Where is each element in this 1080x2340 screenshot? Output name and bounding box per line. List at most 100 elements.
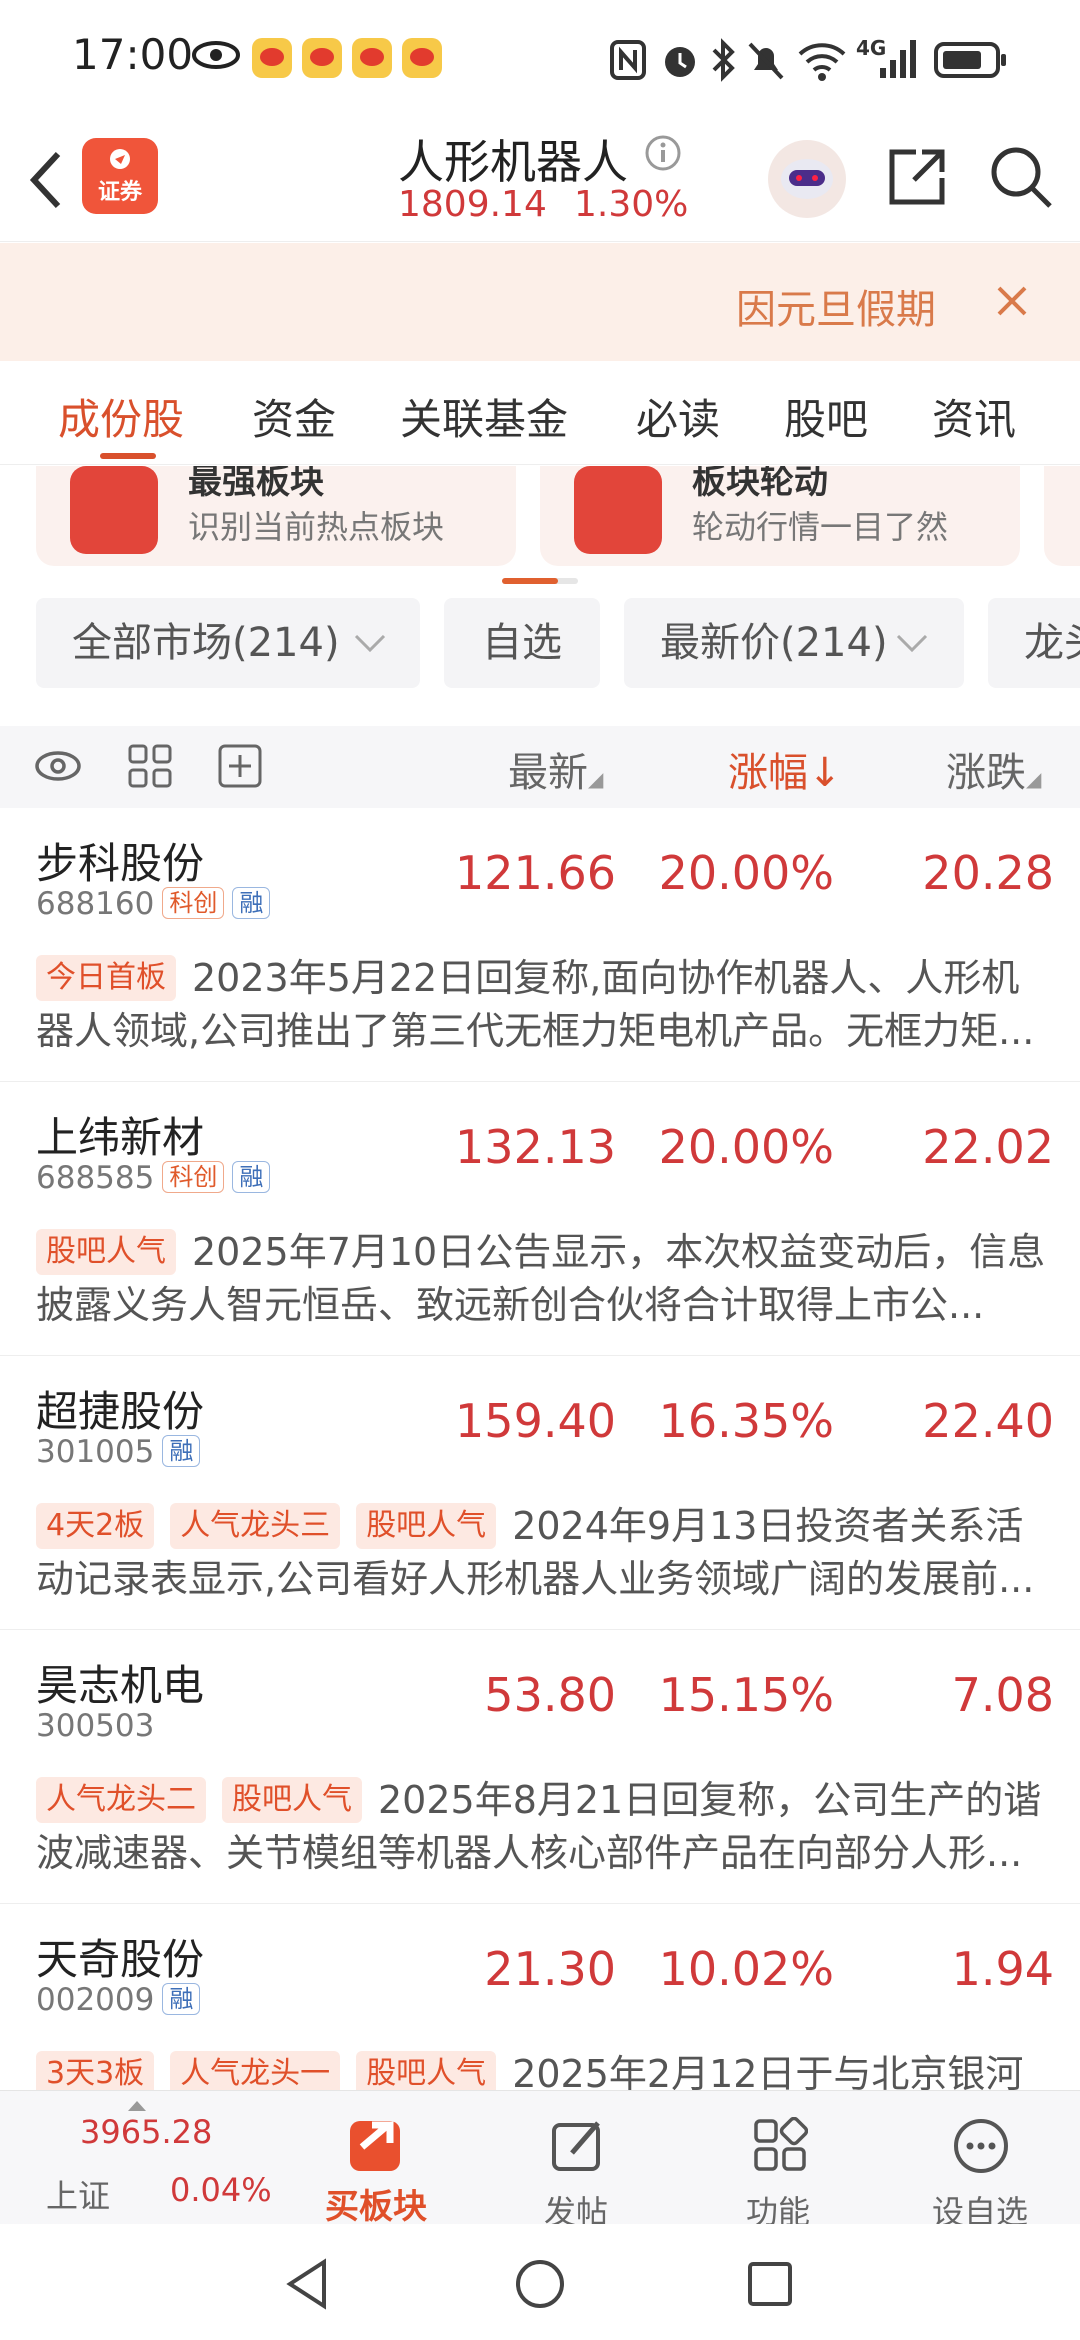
card-title: 最强板块 [188,466,324,502]
watchlist-filter[interactable]: 自选 [444,598,600,688]
recents-square-icon[interactable] [746,2260,794,2308]
stock-name: 超捷股份 [36,1387,205,1436]
stock-tag: 人气龙头三 [170,1503,341,1549]
stock-desc-text: 2023年5月22日回复称,面向协作机器人、人形机器人领域,公司推出了第三代无框… [36,956,1035,1053]
col-change-pct-label: 涨幅 [728,750,808,796]
margin-badge: 融 [162,1435,201,1467]
tab-must-read[interactable]: 必读 [636,386,720,447]
tab-bar: 成份股 资金 关联基金 必读 股吧 资讯 [0,361,1080,465]
info-icon[interactable] [644,134,682,172]
margin-badge: 融 [232,1161,271,1193]
eye-toggle-icon[interactable] [34,748,82,784]
notice-text: 因元旦假期 [736,287,936,333]
sort-triangle-icon: ◢ [588,767,604,791]
market-index-name: 上证 [46,2177,111,2215]
functions-grid-icon [754,2117,808,2171]
stock-tag: 今日首板 [36,955,176,1001]
status-time: 17:00 [72,30,194,79]
tab-stock-forum[interactable]: 股吧 [784,386,868,447]
ai-assistant-avatar[interactable] [768,140,846,218]
app-logo-label: 证券 [97,180,142,205]
watchlist-filter-label: 自选 [482,620,562,666]
chevron-down-icon [896,634,928,652]
stock-change-pct: 15.15% [658,1668,834,1722]
stock-description: 3天3板 人气龙头一 股吧人气 2025年2月12日于与北京银河 [36,2048,1046,2090]
leader-filter[interactable]: 龙头 [988,598,1080,688]
stock-row[interactable]: 昊志机电 300503 53.80 15.15% 7.08 人气龙头二 股吧人气 2… [0,1630,1080,1904]
nfc-icon [610,40,646,80]
weibo-notification-icon [252,38,292,78]
eye-icon [192,41,240,69]
stock-change: 20.28 [922,846,1054,900]
stock-code-line: 300503 [36,1708,154,1744]
app-logo[interactable]: 证券 [82,138,158,214]
stock-code: 301005 [36,1434,155,1470]
wifi-icon [798,43,846,81]
tab-components[interactable]: 成份股 [58,386,184,447]
stock-tag: 3天3板 [36,2051,155,2090]
strongest-sector-icon [70,466,158,554]
stock-change-pct: 20.00% [658,846,834,900]
home-circle-icon[interactable] [514,2258,566,2310]
market-filter-dropdown[interactable]: 全部市场(214) [36,598,420,688]
chevron-down-icon [354,634,386,652]
stock-code: 688160 [36,886,155,922]
sort-triangle-icon: ◢ [1026,767,1042,791]
stock-row[interactable]: 天奇股份 002009 融 21.30 10.02% 1.94 3天3板 人气龙头一… [0,1904,1080,2090]
market-index-widget[interactable]: 3965.28 上证 0.04% [0,2091,300,2225]
stock-code-line: 301005 融 [36,1434,201,1470]
stock-desc-text: 2025年7月10日公告显示，本次权益变动后，信息披露义务人智元恒岳、致远新创合… [36,1230,1046,1327]
tab-related-funds[interactable]: 关联基金 [400,386,568,447]
margin-badge: 融 [232,887,271,919]
sector-index-change: 1.30% [574,184,689,225]
market-index-pct: 0.04% [170,2171,272,2209]
stock-change-pct: 10.02% [658,1942,834,1996]
stock-tag: 股吧人气 [356,1503,497,1549]
weibo-notification-icon [302,38,342,78]
up-triangle-icon [128,2101,146,2111]
stock-name: 步科股份 [36,839,205,888]
share-icon[interactable] [886,146,948,208]
back-chevron-icon[interactable] [28,150,64,210]
stock-change: 22.40 [922,1394,1054,1448]
search-icon[interactable] [988,144,1054,210]
price-filter-label: 最新价(214) [660,620,888,666]
card-next-partial[interactable] [1044,466,1080,566]
stock-change-pct: 16.35% [658,1394,834,1448]
col-change[interactable]: 涨跌◢ [946,740,1041,798]
market-index-value: 3965.28 [80,2113,213,2151]
stock-name: 昊志机电 [36,1661,205,1710]
card-strongest-sector[interactable]: 最强板块 识别当前热点板块 [36,466,516,566]
stock-row[interactable]: 超捷股份 301005 融 159.40 16.35% 22.40 4天2板 人气龙… [0,1356,1080,1630]
col-change-pct[interactable]: 涨幅↓ [728,740,842,798]
stock-description: 人气龙头二 股吧人气 2025年8月21日回复称，公司生产的谐波减速器、关节模组等机… [36,1774,1046,1880]
stock-price: 21.30 [484,1942,616,1996]
tab-news[interactable]: 资讯 [932,386,1016,447]
status-bar: 17:00 4G [0,0,1080,120]
close-icon[interactable] [996,285,1028,317]
col-latest[interactable]: 最新◢ [508,740,603,798]
stock-tag: 股吧人气 [222,1777,362,1823]
back-triangle-icon[interactable] [284,2258,332,2310]
stock-code-line: 688160 科创融 [36,886,271,922]
grid-view-icon[interactable] [128,744,172,788]
stock-tag: 人气龙头二 [36,1777,206,1823]
weibo-notification-icon [402,38,442,78]
star-market-badge: 科创 [162,887,225,919]
stock-row[interactable]: 步科股份 688160 科创融 121.66 20.00% 20.28 今日首板 2… [0,808,1080,1082]
tab-funds-flow[interactable]: 资金 [252,386,336,447]
card-sector-rotation[interactable]: 板块轮动 轮动行情一目了然 [540,466,1020,566]
stock-price: 53.80 [484,1668,616,1722]
margin-badge: 融 [162,1983,201,2015]
more-circle-icon [954,2119,1008,2173]
stock-name: 上纬新材 [36,1113,205,1162]
price-filter-dropdown[interactable]: 最新价(214) [624,598,964,688]
buy-sector-icon [350,2121,400,2171]
stock-change: 22.02 [922,1120,1054,1174]
add-box-icon[interactable] [218,744,262,788]
stock-name: 天奇股份 [36,1935,205,1984]
weibo-notification-icon [352,38,392,78]
stock-price: 159.40 [455,1394,616,1448]
stock-row[interactable]: 上纬新材 688585 科创融 132.13 20.00% 22.02 股吧人气 2… [0,1082,1080,1356]
sector-index-value: 1809.14 [398,184,547,225]
